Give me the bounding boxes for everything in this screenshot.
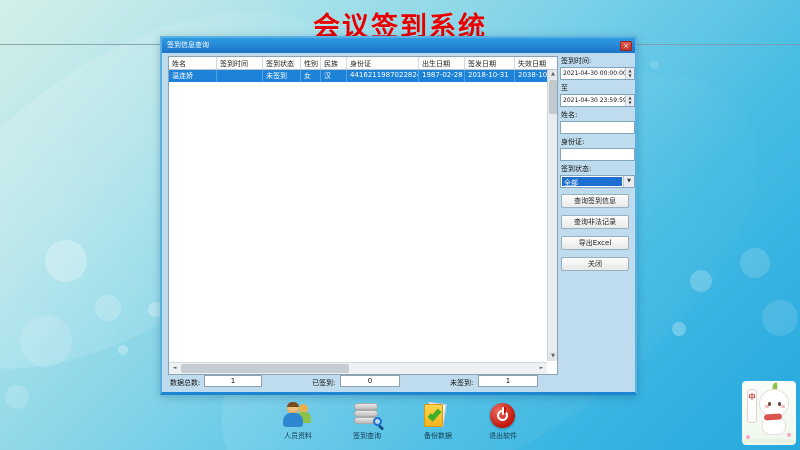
cell-name: 温连娇 xyxy=(169,70,217,82)
background-bubble xyxy=(672,322,686,336)
total-count-field[interactable]: 1 xyxy=(204,375,262,387)
attendee-table[interactable]: 姓名 签到时间 签到状态 性别 民族 身份证 出生日期 签发日期 失效日期 签发… xyxy=(168,56,558,375)
cell-issue-date: 2018-10-31 xyxy=(465,70,515,82)
spinner-icon[interactable]: ▲▼ xyxy=(625,95,634,106)
signed-in-field[interactable]: 0 xyxy=(340,375,400,387)
column-header-issue-date[interactable]: 签发日期 xyxy=(465,57,515,69)
mascot-ground xyxy=(742,439,796,443)
status-dropdown[interactable]: 全部 ▼ xyxy=(560,175,635,188)
backup-data-icon xyxy=(423,402,453,429)
desktop: 会议签到系统 签到信息查询 × 姓名 签到时间 签到状态 性别 民族 身份证 出… xyxy=(0,0,800,450)
id-input[interactable] xyxy=(560,148,635,161)
horizontal-scrollbar[interactable]: ◄ ► xyxy=(169,362,547,374)
scroll-down-icon[interactable]: ▼ xyxy=(548,352,558,361)
cell-signin-status: 未签到 xyxy=(263,70,301,82)
column-header-id-number[interactable]: 身份证 xyxy=(347,57,419,69)
total-count-label: 数据总数: xyxy=(170,378,200,388)
background-bubble xyxy=(650,60,659,69)
close-window-button[interactable]: 关闭 xyxy=(561,257,629,271)
time-from-value[interactable]: 2021-04-30 00:00:00 xyxy=(560,67,635,80)
column-header-ethnicity[interactable]: 民族 xyxy=(321,57,347,69)
spinner-down-icon[interactable]: ▼ xyxy=(628,100,631,105)
time-to-value[interactable]: 2021-04-30 23:59:59 xyxy=(560,94,635,107)
background-bubble xyxy=(740,248,770,278)
filter-panel: 签到时间: 2021-04-30 00:00:00 ▲▼ 至 2021-04-3… xyxy=(560,56,635,386)
cell-gender: 女 xyxy=(301,70,321,82)
background-bubble xyxy=(762,300,798,336)
signin-time-label: 签到时间: xyxy=(561,56,635,66)
vertical-scroll-thumb[interactable] xyxy=(549,80,557,114)
query-illegal-button[interactable]: 查询非法记录 xyxy=(561,215,629,229)
spinner-icon[interactable]: ▲▼ xyxy=(625,68,634,79)
id-label: 身份证: xyxy=(561,137,635,147)
column-header-expiry-date[interactable]: 失效日期 xyxy=(515,57,558,69)
mascot-scarf xyxy=(764,413,782,420)
time-to-picker[interactable]: 2021-04-30 23:59:59 ▲▼ xyxy=(560,94,635,107)
background-bubble xyxy=(95,295,121,321)
name-input[interactable] xyxy=(560,121,635,134)
column-header-birth-date[interactable]: 出生日期 xyxy=(419,57,465,69)
close-icon: × xyxy=(623,42,629,50)
scroll-right-icon[interactable]: ► xyxy=(536,363,547,374)
signed-in-label: 已签到: xyxy=(312,378,335,388)
dock-item-personnel[interactable]: 人员资料 xyxy=(276,402,320,441)
not-signed-in-label: 未签到: xyxy=(450,378,473,388)
spinner-down-icon[interactable]: ▼ xyxy=(628,73,631,78)
table-row[interactable]: 温连娇 未签到 女 汉 441621198702282481 1987-02-2… xyxy=(169,70,558,82)
cell-id-number: 441621198702282481 xyxy=(347,70,419,82)
people-icon xyxy=(283,402,313,429)
background-bubble xyxy=(5,385,29,409)
scroll-up-icon[interactable]: ▲ xyxy=(548,70,558,79)
cell-birth-date: 1987-02-28 xyxy=(419,70,465,82)
column-header-gender[interactable]: 性别 xyxy=(301,57,321,69)
vertical-scrollbar[interactable]: ▲ ▼ xyxy=(547,70,557,361)
mascot-head xyxy=(759,389,789,417)
background-bubble xyxy=(690,270,712,292)
dock-item-exit[interactable]: 退出软件 xyxy=(481,402,525,441)
mascot-banner: 中 xyxy=(747,389,757,423)
to-label: 至 xyxy=(561,83,635,93)
signin-query-window: 签到信息查询 × 姓名 签到时间 签到状态 性别 民族 身份证 出生日期 签发日… xyxy=(160,36,637,395)
column-header-signin-time[interactable]: 签到时间 xyxy=(217,57,263,69)
power-icon xyxy=(488,402,518,429)
window-titlebar[interactable]: 签到信息查询 × xyxy=(162,38,635,53)
query-signin-button[interactable]: 查询签到信息 xyxy=(561,194,629,208)
status-label: 签到状态: xyxy=(561,164,635,174)
dock-label-exit: 退出软件 xyxy=(481,431,525,441)
time-from-picker[interactable]: 2021-04-30 00:00:00 ▲▼ xyxy=(560,67,635,80)
window-title: 签到信息查询 xyxy=(167,38,620,53)
export-excel-button[interactable]: 导出Excel xyxy=(561,236,629,250)
column-header-signin-status[interactable]: 签到状态 xyxy=(263,57,301,69)
scroll-left-icon[interactable]: ◄ xyxy=(169,363,180,374)
dock-label-backup: 备份数据 xyxy=(416,431,460,441)
chevron-down-icon[interactable]: ▼ xyxy=(623,176,634,187)
name-label: 姓名: xyxy=(561,110,635,120)
horizontal-scroll-thumb[interactable] xyxy=(181,364,349,373)
column-header-name[interactable]: 姓名 xyxy=(169,57,217,69)
dock-label-personnel: 人员资料 xyxy=(276,431,320,441)
mascot-image: 中 xyxy=(742,381,796,445)
not-signed-in-field[interactable]: 1 xyxy=(478,375,538,387)
cell-signin-time xyxy=(217,70,263,82)
cell-ethnicity: 汉 xyxy=(321,70,347,82)
close-button[interactable]: × xyxy=(620,41,632,51)
background-bubble xyxy=(118,345,128,355)
dock-item-signin-query[interactable]: 签到查询 xyxy=(345,402,389,441)
status-selected-value: 全部 xyxy=(562,177,622,186)
dock-item-backup[interactable]: 备份数据 xyxy=(416,402,460,441)
table-header-row: 姓名 签到时间 签到状态 性别 民族 身份证 出生日期 签发日期 失效日期 签发… xyxy=(169,57,558,70)
background-bubble xyxy=(20,315,72,367)
background-bubble xyxy=(45,240,87,282)
dock-label-signin-query: 签到查询 xyxy=(345,431,389,441)
database-search-icon xyxy=(352,402,382,429)
